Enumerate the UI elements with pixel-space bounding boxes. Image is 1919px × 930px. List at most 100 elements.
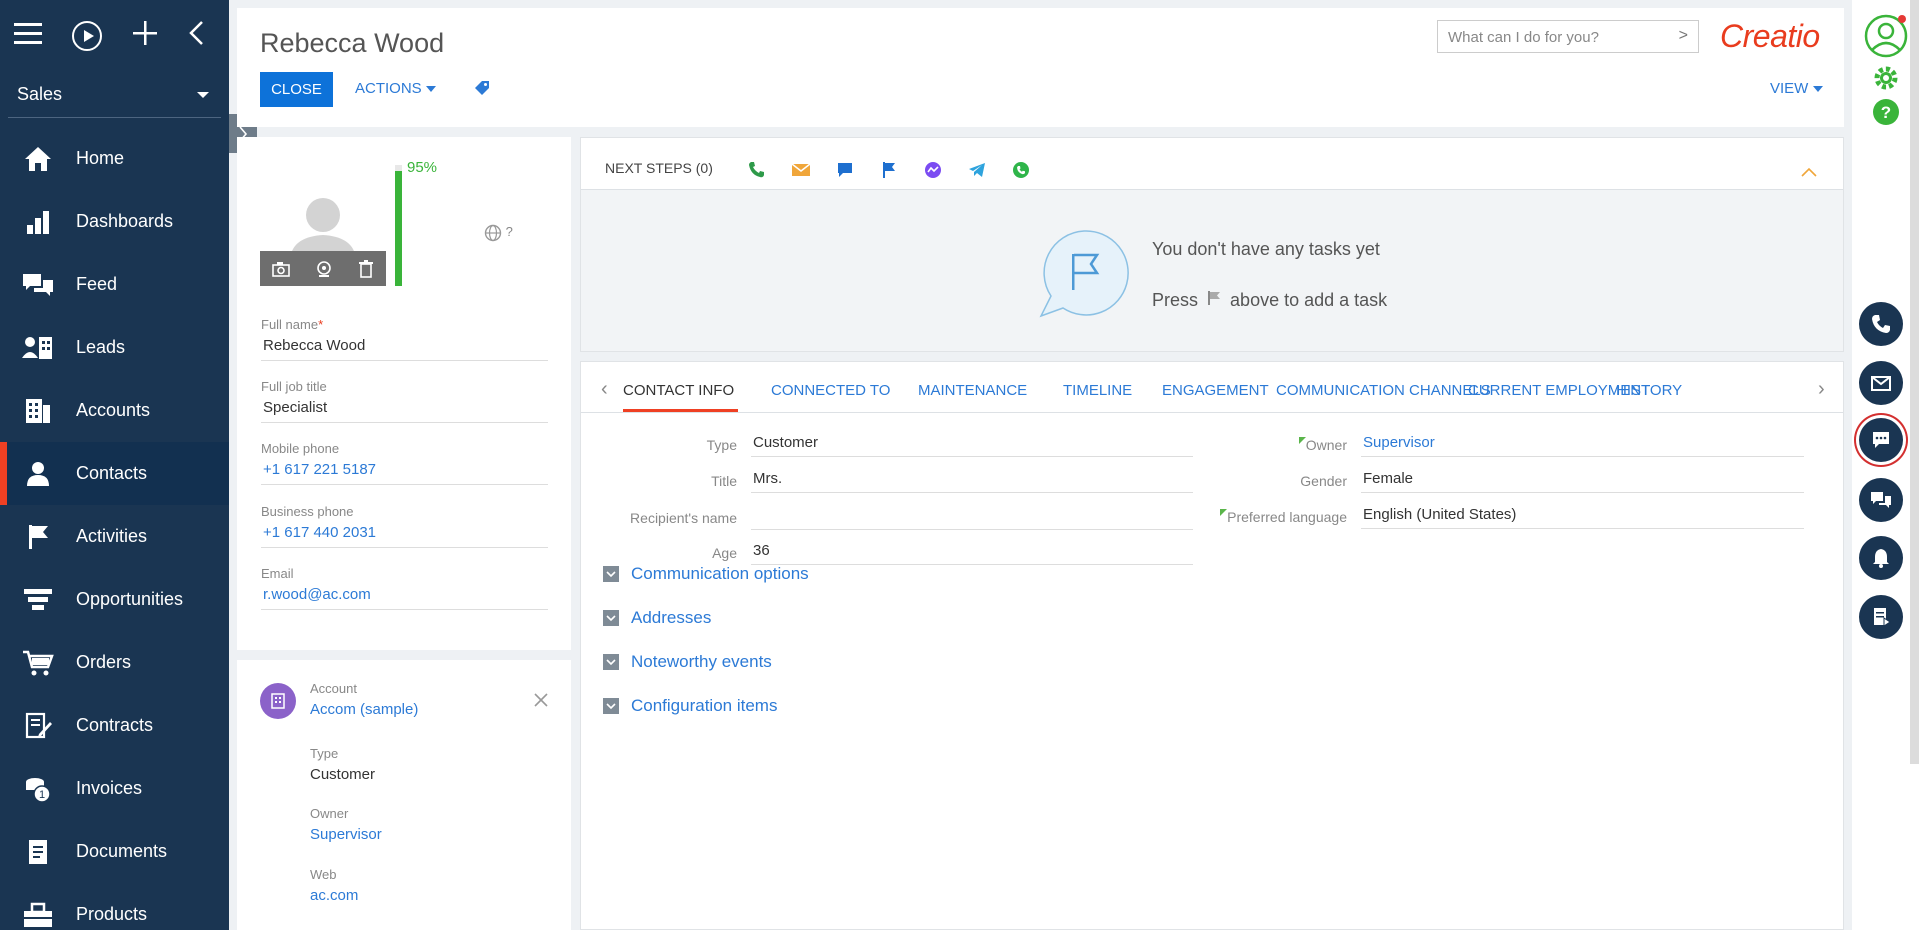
group-label: Noteworthy events bbox=[631, 652, 772, 671]
process-log-button[interactable] bbox=[1859, 595, 1903, 639]
menu-icon[interactable] bbox=[14, 21, 42, 51]
hint-suffix: above to add a task bbox=[1230, 290, 1388, 310]
tab-connected-to[interactable]: CONNECTED TO bbox=[771, 382, 890, 399]
email-button[interactable] bbox=[1859, 361, 1903, 405]
globe-icon bbox=[484, 224, 502, 242]
group-configuration-items[interactable]: Configuration items bbox=[603, 696, 777, 716]
telegram-icon[interactable] bbox=[967, 160, 987, 180]
full-name-input[interactable]: Rebecca Wood bbox=[261, 337, 548, 361]
task-flag-icon[interactable] bbox=[879, 160, 899, 180]
workspace-selector[interactable]: Sales bbox=[8, 72, 221, 118]
nav-item-contacts[interactable]: Contacts bbox=[0, 442, 229, 505]
account-link[interactable]: Accom (sample) bbox=[310, 701, 418, 718]
email-icon[interactable] bbox=[791, 160, 811, 180]
view-button[interactable]: VIEW bbox=[1770, 80, 1823, 97]
tab-timeline[interactable]: TIMELINE bbox=[1063, 382, 1132, 399]
chevron-down-icon[interactable] bbox=[603, 654, 619, 670]
close-button[interactable]: CLOSE bbox=[260, 72, 333, 107]
page-title: Rebecca Wood bbox=[260, 28, 445, 58]
tab-history[interactable]: HISTORY bbox=[1616, 382, 1682, 399]
notifications-button[interactable] bbox=[1859, 536, 1903, 580]
tab-communication-channels[interactable]: COMMUNICATION CHANNELS bbox=[1276, 382, 1491, 399]
add-icon[interactable] bbox=[132, 20, 158, 52]
chevron-right-icon[interactable]: > bbox=[1679, 27, 1688, 45]
timezone-indicator[interactable]: ? bbox=[484, 224, 513, 245]
group-addresses[interactable]: Addresses bbox=[603, 608, 711, 628]
webcam-icon[interactable] bbox=[315, 260, 333, 278]
page-scrollbar[interactable] bbox=[1910, 0, 1919, 764]
age-field: Age 36 bbox=[601, 542, 1193, 565]
nav-item-dashboards[interactable]: Dashboards bbox=[0, 190, 229, 253]
call-icon[interactable] bbox=[747, 160, 767, 180]
next-steps-label: NEXT STEPS (0) bbox=[605, 160, 713, 176]
nav-topbar bbox=[0, 0, 229, 72]
email-field: Email r.wood@ac.com bbox=[261, 566, 548, 610]
chevron-down-icon[interactable] bbox=[603, 566, 619, 582]
nav-item-contracts[interactable]: Contracts bbox=[0, 694, 229, 757]
chevron-down-icon bbox=[197, 91, 209, 98]
group-noteworthy-events[interactable]: Noteworthy events bbox=[603, 652, 772, 672]
nav-item-products[interactable]: Products bbox=[0, 883, 229, 930]
home-icon bbox=[22, 143, 54, 175]
settings-button[interactable] bbox=[1852, 64, 1919, 92]
help-button[interactable]: ? bbox=[1852, 98, 1919, 126]
account-type-label: Type bbox=[310, 746, 339, 761]
job-title-label: Full job title bbox=[261, 379, 327, 394]
camera-icon[interactable] bbox=[272, 261, 291, 277]
user-profile-button[interactable] bbox=[1852, 14, 1919, 58]
business-phone-link[interactable]: +1 617 440 2031 bbox=[261, 524, 548, 548]
account-web-field: Web ac.com bbox=[310, 867, 358, 904]
group-communication-options[interactable]: Communication options bbox=[603, 564, 809, 584]
chevron-right-icon[interactable]: › bbox=[1818, 378, 1825, 401]
messenger-icon[interactable] bbox=[923, 160, 943, 180]
nav-item-documents[interactable]: Documents bbox=[0, 820, 229, 883]
trash-icon[interactable] bbox=[358, 259, 374, 278]
type-input[interactable]: Customer bbox=[751, 434, 1193, 457]
nav-item-invoices[interactable]: 1 Invoices bbox=[0, 757, 229, 820]
nav-item-opportunities[interactable]: Opportunities bbox=[0, 568, 229, 631]
chevron-left-icon[interactable]: ‹ bbox=[601, 378, 608, 401]
feed-button[interactable] bbox=[1859, 478, 1903, 522]
full-name-field: Full name* Rebecca Wood bbox=[261, 317, 548, 361]
chevron-down-icon[interactable] bbox=[603, 698, 619, 714]
business-phone-field: Business phone +1 617 440 2031 bbox=[261, 504, 548, 548]
account-owner-link[interactable]: Supervisor bbox=[310, 826, 382, 843]
chat-button[interactable] bbox=[1859, 418, 1903, 462]
process-play-icon[interactable] bbox=[72, 21, 102, 51]
gender-input[interactable]: Female bbox=[1361, 470, 1804, 493]
age-input[interactable]: 36 bbox=[751, 542, 1193, 565]
title-input[interactable]: Mrs. bbox=[751, 470, 1193, 493]
tag-icon[interactable] bbox=[474, 80, 490, 99]
job-title-input[interactable]: Specialist bbox=[261, 399, 548, 423]
recipient-input[interactable] bbox=[751, 506, 1193, 530]
message-icon[interactable] bbox=[835, 160, 855, 180]
nav-item-orders[interactable]: Orders bbox=[0, 631, 229, 694]
nav-item-leads[interactable]: Leads bbox=[0, 316, 229, 379]
cart-icon bbox=[22, 647, 54, 679]
tab-maintenance[interactable]: MAINTENANCE bbox=[918, 382, 1027, 399]
tab-contact-info[interactable]: CONTACT INFO bbox=[623, 382, 734, 399]
close-icon[interactable] bbox=[534, 690, 548, 713]
empty-tasks-hint: Press above to add a task bbox=[1152, 290, 1387, 311]
tab-engagement[interactable]: ENGAGEMENT bbox=[1162, 382, 1269, 399]
email-link[interactable]: r.wood@ac.com bbox=[261, 586, 548, 610]
job-title-field: Full job title Specialist bbox=[261, 379, 548, 423]
nav-item-feed[interactable]: Feed bbox=[0, 253, 229, 316]
svg-text:1: 1 bbox=[39, 789, 45, 801]
chevron-up-icon[interactable] bbox=[1801, 164, 1817, 180]
whatsapp-icon[interactable] bbox=[1011, 160, 1031, 180]
phone-button[interactable] bbox=[1859, 302, 1903, 346]
mobile-phone-label: Mobile phone bbox=[261, 441, 340, 456]
nav-item-home[interactable]: Home bbox=[0, 127, 229, 190]
nav-item-activities[interactable]: Activities bbox=[0, 505, 229, 568]
language-input[interactable]: English (United States) bbox=[1361, 506, 1804, 529]
mobile-phone-link[interactable]: +1 617 221 5187 bbox=[261, 461, 548, 485]
recipient-field: Recipient's name bbox=[601, 506, 1193, 530]
account-web-link[interactable]: ac.com bbox=[310, 887, 358, 904]
chevron-down-icon[interactable] bbox=[603, 610, 619, 626]
nav-item-accounts[interactable]: Accounts bbox=[0, 379, 229, 442]
actions-button[interactable]: ACTIONS bbox=[355, 80, 436, 97]
owner-link[interactable]: Supervisor bbox=[1361, 434, 1804, 457]
command-search-input[interactable]: What can I do for you? > bbox=[1437, 20, 1699, 53]
collapse-arrow-icon[interactable] bbox=[188, 20, 204, 52]
